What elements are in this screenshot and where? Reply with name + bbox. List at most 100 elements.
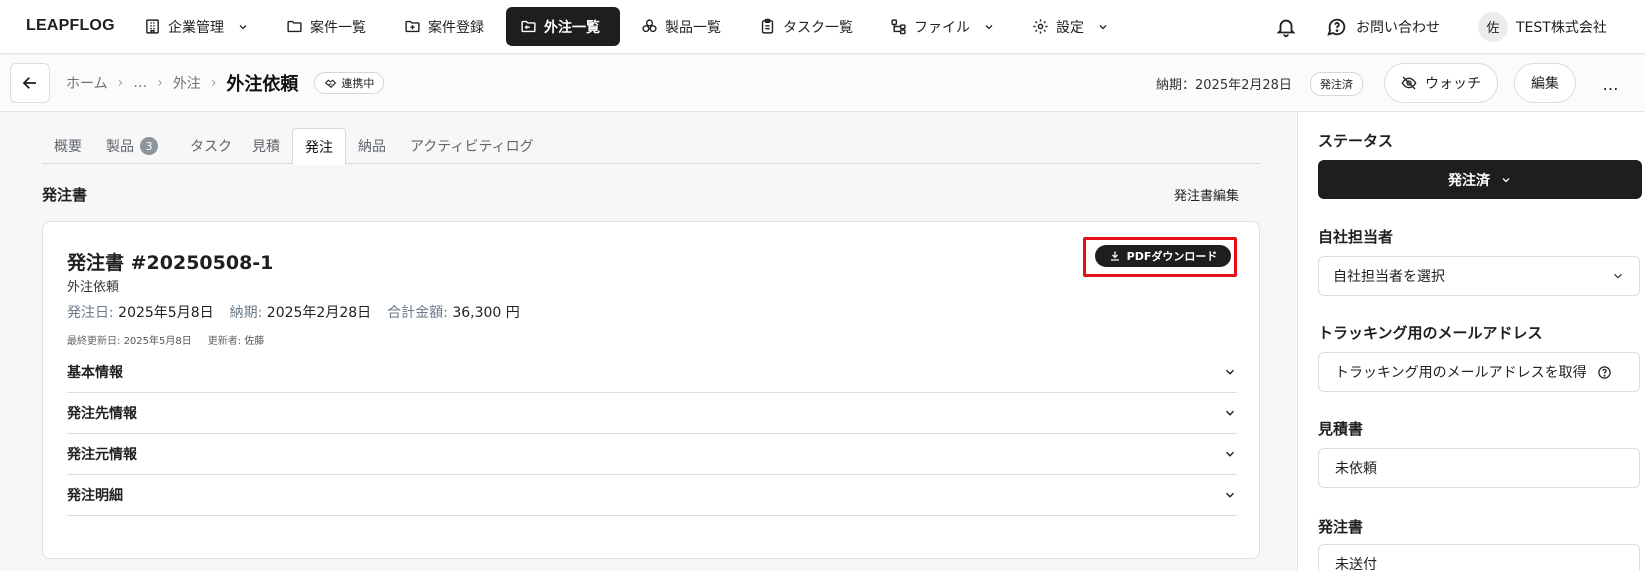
accordion-supplier-info[interactable]: 発注先情報 [67, 393, 1237, 434]
chevron-down-icon [1225, 492, 1235, 498]
edit-po-link[interactable]: 発注書編集 [1174, 185, 1239, 204]
outsource-icon [521, 20, 536, 33]
chevron-down-icon [1225, 369, 1235, 375]
breadcrumb-ellipsis[interactable]: … [133, 75, 147, 91]
page-header: ホーム › … › 外注 › 外注依頼 連携中 納期：2025年2月28日 発注… [0, 55, 1645, 112]
nav-label: ファイル [914, 19, 970, 36]
contact-button[interactable]: お問い合わせ [1326, 7, 1440, 46]
updated-value: 2025年5月8日 [123, 336, 192, 347]
handshake-icon [325, 79, 337, 88]
account-menu[interactable]: 佐 TEST株式会社 [1478, 7, 1607, 46]
quote-title: 見積書 [1318, 420, 1364, 438]
avatar: 佐 [1478, 11, 1508, 42]
right-sidebar: ステータス 発注済 自社担当者 自社担当者を選択 トラッキング用のメールアドレス… [1297, 112, 1645, 571]
brand-logo[interactable]: LEAPFLOG [26, 17, 115, 35]
accordion-label: 発注明細 [67, 488, 123, 504]
nav-label: 設定 [1056, 19, 1084, 36]
notification-button[interactable] [1275, 7, 1297, 46]
nav-product-list[interactable]: 製品一覧 [627, 7, 735, 46]
order-date-value: 2025年5月8日 [118, 305, 214, 321]
breadcrumb-outsource[interactable]: 外注 [173, 73, 201, 93]
tab-overview[interactable]: 概要 [42, 128, 94, 164]
count-badge: 3 [140, 137, 158, 155]
more-menu-button[interactable]: … [1596, 69, 1626, 99]
tab-activity-log[interactable]: アクティビティログ [398, 128, 546, 164]
accordion-basic-info[interactable]: 基本情報 [67, 352, 1237, 393]
edit-label: 編集 [1531, 76, 1559, 92]
tab-label: 製品 [106, 139, 134, 155]
assignee-select[interactable]: 自社担当者を選択 [1318, 256, 1640, 296]
nav-task-list[interactable]: タスク一覧 [745, 7, 867, 46]
tab-products[interactable]: 製品 3 [94, 128, 170, 164]
nav-company-management[interactable]: 企業管理 [130, 7, 263, 46]
breadcrumb-home[interactable]: ホーム [66, 73, 108, 93]
download-icon [1110, 251, 1119, 261]
chevron-down-icon [1225, 451, 1235, 457]
chevron-down-icon [1099, 24, 1107, 29]
order-title: 発注書 #20250508-1 [67, 252, 274, 274]
nav-file[interactable]: ファイル [876, 7, 1009, 46]
watch-button[interactable]: ウォッチ [1384, 63, 1498, 103]
chevron-down-icon [1502, 177, 1510, 182]
folder-icon [287, 20, 302, 33]
po-title: 発注書 [1318, 518, 1364, 536]
assignee-title: 自社担当者 [1318, 228, 1394, 246]
accordion-label: 発注元情報 [67, 447, 137, 463]
gear-icon [1033, 19, 1048, 34]
status-dropdown[interactable]: 発注済 [1318, 160, 1642, 199]
nav-settings[interactable]: 設定 [1018, 7, 1123, 46]
nav-label: 企業管理 [168, 19, 224, 36]
chevron-down-icon [985, 24, 993, 29]
page-title: 外注依頼 [226, 74, 299, 95]
tracking-email-button[interactable]: トラッキング用のメールアドレスを取得 [1318, 352, 1640, 392]
clipboard-icon [761, 18, 774, 34]
pdf-download-label: PDFダウンロード [1126, 250, 1218, 263]
link-status-label: 連携中 [341, 77, 375, 90]
status-title: ステータス [1318, 132, 1394, 150]
tab-delivery[interactable]: 納品 [346, 128, 398, 164]
deadline-label: 納期: [229, 305, 263, 321]
chevron-right-icon: › [157, 75, 163, 91]
section-title: 発注書 [42, 186, 88, 204]
breadcrumb: ホーム › … › 外注 › 外注依頼 連携中 [66, 68, 385, 98]
total-label: 合計金額: [387, 305, 448, 321]
updater-label: 更新者: [207, 336, 242, 347]
nav-label: 案件登録 [428, 19, 484, 36]
nav-label: 製品一覧 [665, 19, 721, 36]
nav-label: 外注一覧 [544, 19, 600, 36]
update-meta: 最終更新日: 2025年5月8日 更新者: 佐藤 [67, 332, 264, 347]
eye-off-icon [1401, 76, 1417, 90]
back-button[interactable] [10, 63, 50, 103]
link-status-badge: 連携中 [314, 72, 385, 94]
folder-plus-icon [405, 20, 420, 33]
file-tree-icon [891, 19, 906, 35]
order-subtitle: 外注依頼 [67, 280, 120, 295]
tab-bar: 概要 製品 3 タスク 見積 発注 納品 アクティビティログ [42, 128, 1260, 165]
tab-tasks[interactable]: タスク [178, 128, 244, 164]
accordion-label: 発注先情報 [67, 406, 137, 422]
watch-label: ウォッチ [1425, 76, 1481, 92]
tracking-title: トラッキング用のメールアドレス [1318, 324, 1543, 342]
assignee-placeholder: 自社担当者を選択 [1333, 269, 1445, 285]
edit-button[interactable]: 編集 [1514, 63, 1576, 103]
order-meta: 発注日: 2025年5月8日 納期: 2025年2月28日 合計金額: 36,3… [67, 302, 520, 322]
tab-orders[interactable]: 発注 [292, 128, 346, 165]
tracking-button-label: トラッキング用のメールアドレスを取得 [1335, 365, 1587, 381]
tab-quotes[interactable]: 見積 [240, 128, 292, 164]
accordion-order-details[interactable]: 発注明細 [67, 475, 1237, 516]
chevron-right-icon: › [117, 75, 124, 91]
help-circle-icon[interactable] [1597, 365, 1612, 380]
deadline-text: 納期：2025年2月28日 [1156, 78, 1292, 93]
top-navbar: LEAPFLOG 企業管理 案件一覧 案件登録 外注一覧 製品一覧 タスク一覧 … [0, 0, 1645, 54]
nav-project-register[interactable]: 案件登録 [390, 7, 498, 46]
status-badge: 発注済 [1310, 72, 1363, 96]
status-value: 発注済 [1448, 172, 1490, 189]
bell-icon [1276, 19, 1296, 37]
boxes-icon [642, 19, 657, 33]
accordion-issuer-info[interactable]: 発注元情報 [67, 434, 1237, 475]
purchase-order-card: 発注書 #20250508-1 外注依頼 発注日: 2025年5月8日 納期: … [42, 221, 1260, 559]
po-status-field: 未送付 [1318, 544, 1640, 571]
nav-outsource-list[interactable]: 外注一覧 [506, 7, 620, 46]
nav-project-list[interactable]: 案件一覧 [272, 7, 380, 46]
pdf-download-button[interactable]: PDFダウンロード [1095, 245, 1231, 267]
